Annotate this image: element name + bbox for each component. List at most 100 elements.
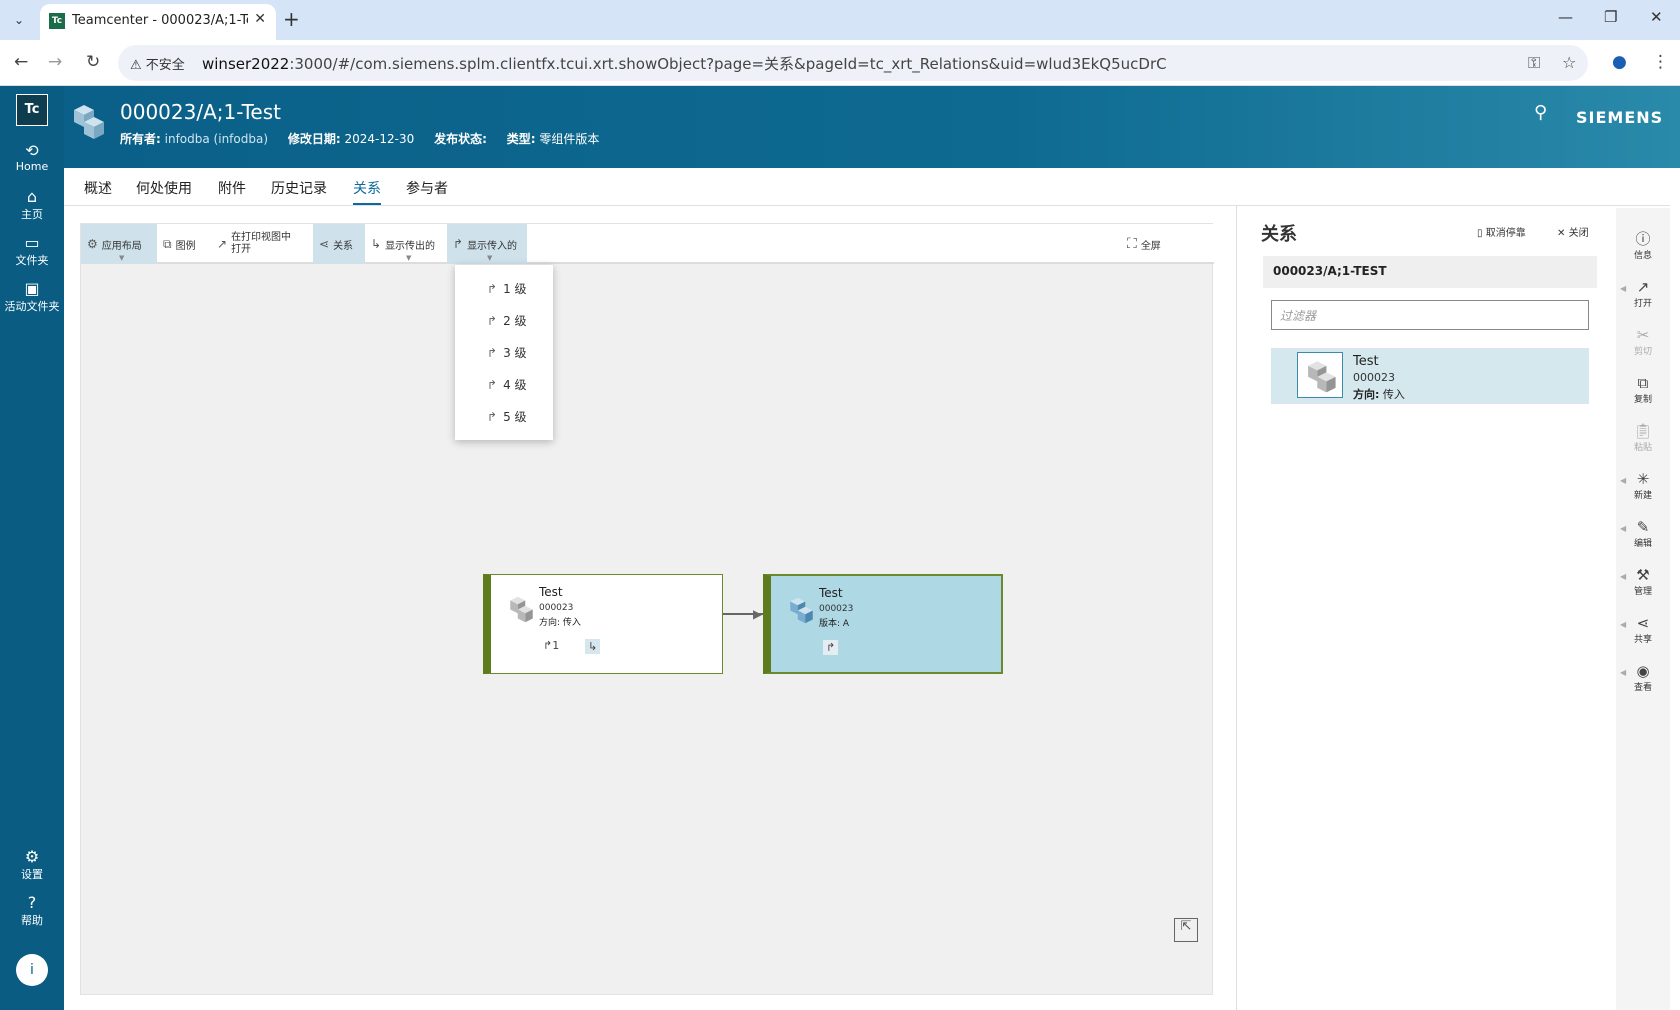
info-icon: ⓘ — [1635, 230, 1651, 248]
manage-command[interactable]: ⚒ 管理 — [1616, 566, 1670, 597]
browser-menu-icon[interactable]: ⋮ — [1652, 52, 1669, 72]
object-header: 000023/A;1-Test 所有者: infodba (infodba) 修… — [0, 86, 1680, 168]
unpin-button[interactable]: ▯ 取消停靠 — [1477, 224, 1526, 239]
nav-settings[interactable]: ⚙ 设置 — [0, 848, 64, 882]
share-command[interactable]: ⋖ 共享 — [1616, 614, 1670, 645]
edge-arrowhead-icon: ▶ — [753, 607, 763, 621]
cut-icon: ✂ — [1636, 326, 1650, 344]
legend-button[interactable]: ⧉ 图例 — [157, 224, 202, 264]
chevron-down-icon: ▼ — [487, 254, 493, 262]
legend-icon: ⧉ — [163, 236, 172, 251]
command-label: 打开 — [1633, 299, 1652, 309]
tab-overview[interactable]: 概述 — [84, 178, 112, 198]
window-close-icon[interactable]: ✕ — [1650, 8, 1663, 26]
level-5-option[interactable]: ↱ 5 级 — [487, 408, 527, 425]
insecure-badge[interactable]: ⚠ 不安全 — [130, 54, 185, 73]
open-print-line1: 在打印视图中 — [231, 232, 292, 243]
level-3-option[interactable]: ↱ 3 级 — [487, 344, 527, 361]
relation-list-item[interactable]: Test 000023 方向: 传入 — [1271, 348, 1589, 404]
graph-node-source[interactable]: Test 000023 方向: 传入 ↱1 ↳ — [483, 574, 723, 674]
nav-active-folders[interactable]: ▣ 活动文件夹 — [0, 280, 64, 314]
gear-icon: ⚙ — [24, 847, 40, 866]
open-command[interactable]: ↗ 打开 — [1616, 278, 1670, 309]
nav-main[interactable]: ⌂ 主页 — [0, 188, 64, 222]
new-command[interactable]: ✳ 新建 — [1616, 470, 1670, 501]
minimize-icon[interactable]: — — [1558, 8, 1573, 26]
restore-icon[interactable]: ❐ — [1604, 8, 1617, 26]
outgoing-arrow-icon: ↳ — [588, 640, 598, 653]
filter-input[interactable]: 过滤器 — [1271, 300, 1589, 330]
show-incoming-button[interactable]: ↱ 显示传入的 ▼ — [447, 224, 527, 264]
paste-command[interactable]: 📋︎ 粘贴 — [1616, 422, 1670, 453]
incoming-arrow-icon: ↱ — [487, 410, 498, 424]
open-print-view-button[interactable]: ↗ 在打印视图中 打开 — [211, 224, 297, 264]
command-label: 剪切 — [1633, 347, 1652, 357]
show-incoming-label: 显示传入的 — [467, 240, 518, 252]
bookmark-star-icon[interactable]: ☆ — [1562, 53, 1576, 72]
url-host: winser2022 — [202, 55, 290, 73]
copy-command[interactable]: ⧉ 复制 — [1616, 374, 1670, 405]
outgoing-expand-button[interactable]: ↳ — [585, 639, 601, 654]
reload-icon[interactable]: ↻ — [86, 52, 100, 72]
tab-relations[interactable]: 关系 — [353, 178, 381, 205]
level-2-option[interactable]: ↱ 2 级 — [487, 312, 527, 329]
tab-participants[interactable]: 参与者 — [406, 178, 448, 198]
owner-label: 所有者: — [120, 132, 161, 146]
level-1-option[interactable]: ↱ 1 级 — [487, 280, 527, 297]
address-bar: ← → ↻ ⚠ 不安全 winser2022:3000/#/com.siemen… — [0, 40, 1680, 86]
tab-attachments[interactable]: 附件 — [218, 178, 246, 198]
tab-history[interactable]: 历史记录 — [271, 178, 327, 198]
level-4-option[interactable]: ↱ 4 级 — [487, 376, 527, 393]
node-id: 000023 — [539, 603, 574, 613]
tab-title: Teamcenter - 000023/A;1-Test — [72, 13, 248, 28]
incoming-expand-button[interactable]: ↱1 — [543, 639, 559, 652]
layout-icon: ⚙ — [87, 237, 98, 251]
level-label: 3 级 — [503, 346, 527, 360]
owner-value[interactable]: infodba (infodba) — [165, 132, 268, 146]
nav-folders[interactable]: ▭ 文件夹 — [0, 234, 64, 268]
forward-icon[interactable]: → — [48, 52, 62, 72]
edit-command[interactable]: ✎ 编辑 — [1616, 518, 1670, 549]
nav-home[interactable]: ⟲ Home — [0, 141, 64, 174]
new-tab-icon[interactable]: + — [283, 7, 300, 31]
outgoing-arrow-icon: ↳ — [371, 237, 382, 251]
teamcenter-logo[interactable]: Tc — [16, 94, 48, 126]
home-icon: ⟲ — [25, 141, 39, 160]
level-label: 5 级 — [503, 410, 527, 424]
back-icon[interactable]: ← — [14, 52, 28, 72]
tab-search-dropdown-icon[interactable]: ⌄ — [6, 9, 32, 31]
incoming-level-menu: ↱ 1 级 ↱ 2 级 ↱ 3 级 ↱ 4 级 ↱ 5 级 — [455, 265, 553, 440]
apply-layout-button[interactable]: ⚙ 应用布局 ▼ — [81, 224, 157, 264]
panel-title: 关系 — [1261, 224, 1297, 245]
item-id: 000023 — [1353, 371, 1395, 384]
paste-icon: 📋︎ — [1633, 422, 1653, 440]
fullscreen-button[interactable]: ⛶ 全屏 — [1121, 224, 1167, 264]
overview-toggle-icon[interactable]: ⇱ — [1174, 918, 1198, 942]
fullscreen-label: 全屏 — [1140, 240, 1161, 252]
tab-where-used[interactable]: 何处使用 — [136, 178, 192, 198]
graph-node-root[interactable]: Test 000023 版本: A ↱ — [763, 574, 1003, 674]
url-field[interactable]: ⚠ 不安全 winser2022:3000/#/com.siemens.splm… — [118, 45, 1588, 81]
global-search-icon[interactable]: ⚲ — [1534, 102, 1547, 123]
nav-folders-label: 文件夹 — [15, 254, 49, 267]
incoming-arrow-icon: ↱ — [487, 378, 498, 392]
nav-active-folders-label: 活动文件夹 — [4, 300, 60, 313]
info-command[interactable]: ⓘ 信息 — [1616, 230, 1670, 261]
close-panel-button[interactable]: ✕ 关闭 — [1557, 224, 1589, 239]
item-revision-cube-icon — [74, 105, 104, 139]
password-key-icon[interactable]: ⚿ — [1528, 53, 1540, 73]
info-button[interactable]: i — [16, 954, 48, 986]
release-status-label: 发布状态: — [434, 132, 487, 146]
view-command[interactable]: ◉ 查看 — [1616, 662, 1670, 693]
incoming-arrow-icon: ↱ — [487, 282, 498, 296]
command-label: 信息 — [1633, 251, 1652, 261]
show-outgoing-button[interactable]: ↳ 显示传出的 ▼ — [365, 224, 447, 264]
tab-close-icon[interactable]: ✕ — [254, 11, 266, 27]
browser-tab[interactable]: Tc Teamcenter - 000023/A;1-Test ✕ — [40, 4, 276, 40]
incoming-expand-button[interactable]: ↱ — [823, 640, 839, 655]
open-print-label: 在打印视图中 打开 — [231, 232, 291, 256]
cut-command[interactable]: ✂ 剪切 — [1616, 326, 1670, 357]
profile-icon[interactable]: ● — [1612, 52, 1627, 72]
nav-help[interactable]: ? 帮助 — [0, 894, 64, 928]
relations-button[interactable]: ⋖ 关系 — [313, 224, 365, 264]
